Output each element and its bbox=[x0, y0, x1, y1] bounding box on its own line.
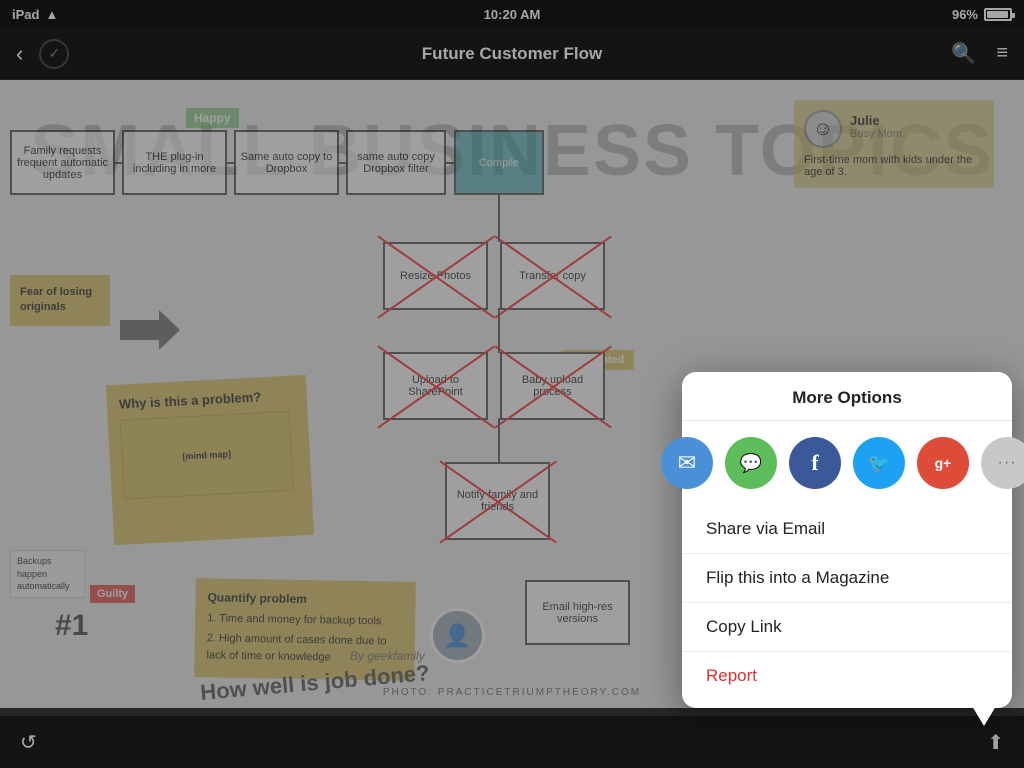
social-icons-row: ✉ 💬 f 🐦 g+ ··· bbox=[682, 421, 1012, 505]
share-message-icon[interactable]: 💬 bbox=[725, 437, 777, 489]
popover-title: More Options bbox=[682, 372, 1012, 421]
share-gplus-icon[interactable]: g+ bbox=[917, 437, 969, 489]
more-options-popover: More Options ✉ 💬 f 🐦 g+ ··· Share via Em… bbox=[682, 372, 1012, 708]
copy-link-item[interactable]: Copy Link bbox=[682, 603, 1012, 652]
flip-magazine-item[interactable]: Flip this into a Magazine bbox=[682, 554, 1012, 603]
share-twitter-icon[interactable]: 🐦 bbox=[853, 437, 905, 489]
share-more-icon[interactable]: ··· bbox=[981, 437, 1024, 489]
share-via-email-item[interactable]: Share via Email bbox=[682, 505, 1012, 554]
report-item[interactable]: Report bbox=[682, 652, 1012, 700]
share-email-icon[interactable]: ✉ bbox=[661, 437, 713, 489]
share-facebook-icon[interactable]: f bbox=[789, 437, 841, 489]
